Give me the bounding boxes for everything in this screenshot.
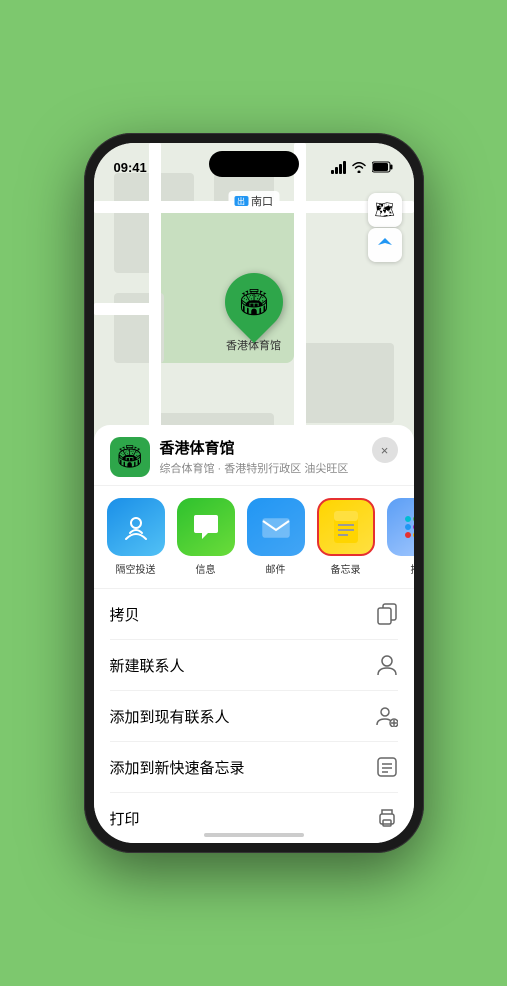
notes-icon: [328, 509, 364, 545]
venue-icon: 🏟: [110, 437, 150, 477]
share-item-messages[interactable]: 信息: [174, 498, 238, 576]
status-time: 09:41: [114, 160, 147, 175]
bottom-sheet: 🏟 香港体育馆 综合体育馆 · 香港特别行政区 油尖旺区 ×: [94, 425, 414, 843]
mail-icon: [260, 511, 292, 543]
print-icon: [376, 807, 398, 829]
dynamic-island: [209, 151, 299, 177]
battery-icon: [372, 161, 394, 173]
messages-icon: [190, 511, 222, 543]
map-type-button[interactable]: 🗺: [368, 193, 402, 227]
share-row: 隔空投送 信息: [94, 486, 414, 589]
airdrop-label: 隔空投送: [116, 561, 156, 576]
action-add-existing-contact[interactable]: 添加到现有联系人: [110, 691, 398, 742]
action-quick-note-label: 添加到新快速备忘录: [110, 757, 245, 778]
action-add-quick-note[interactable]: 添加到新快速备忘录: [110, 742, 398, 793]
wifi-icon: [351, 161, 367, 173]
action-copy-label: 拷贝: [110, 604, 140, 625]
stadium-icon: 🏟: [237, 287, 270, 318]
messages-label: 信息: [196, 561, 216, 576]
signal-bars-icon: [331, 161, 346, 174]
more-label: 推: [411, 561, 414, 576]
add-contact-icon: [376, 705, 398, 727]
venue-subtitle: 综合体育馆 · 香港特别行政区 油尖旺区: [160, 460, 349, 476]
action-add-existing-label: 添加到现有联系人: [110, 706, 230, 727]
airdrop-icon-wrap: [107, 498, 165, 556]
more-dots-icon: [400, 511, 414, 543]
action-new-contact[interactable]: 新建联系人: [110, 640, 398, 691]
map-type-icon: 🗺: [374, 200, 394, 220]
venue-header: 🏟 香港体育馆 综合体育馆 · 香港特别行政区 油尖旺区 ×: [94, 425, 414, 486]
map-location-text: 南口: [251, 193, 273, 209]
phone-screen: 09:41: [94, 143, 414, 843]
venue-info: 🏟 香港体育馆 综合体育馆 · 香港特别行政区 油尖旺区: [110, 437, 349, 477]
share-item-mail[interactable]: 邮件: [244, 498, 308, 576]
quick-note-icon: [376, 756, 398, 778]
mail-icon-wrap: [247, 498, 305, 556]
messages-icon-wrap: [177, 498, 235, 556]
phone-frame: 09:41: [84, 133, 424, 853]
location-button[interactable]: [368, 228, 402, 262]
notes-icon-wrap: [317, 498, 375, 556]
airdrop-icon: [120, 511, 152, 543]
action-print-label: 打印: [110, 808, 140, 829]
share-item-notes[interactable]: 备忘录: [314, 498, 378, 576]
close-icon: ×: [381, 443, 389, 458]
action-list: 拷贝 新建联系人 添加到现有联系人: [94, 589, 414, 843]
map-controls: 🗺: [368, 193, 402, 262]
location-arrow-icon: [377, 237, 393, 253]
map-location-label: 出 南口: [228, 191, 279, 211]
share-item-more[interactable]: 推: [384, 498, 414, 576]
venue-name: 香港体育馆: [160, 437, 349, 458]
home-indicator: [204, 833, 304, 837]
venue-text: 香港体育馆 综合体育馆 · 香港特别行政区 油尖旺区: [160, 437, 349, 476]
mail-label: 邮件: [266, 561, 286, 576]
new-contact-icon: [376, 654, 398, 676]
action-copy[interactable]: 拷贝: [110, 589, 398, 640]
map-pin[interactable]: 🏟 香港体育馆: [225, 273, 283, 353]
status-icons: [331, 161, 394, 174]
notes-label: 备忘录: [331, 561, 361, 576]
copy-icon: [376, 603, 398, 625]
map-pin-bubble: 🏟: [212, 261, 294, 343]
share-item-airdrop[interactable]: 隔空投送: [104, 498, 168, 576]
more-icon-wrap: [387, 498, 414, 556]
action-new-contact-label: 新建联系人: [110, 655, 185, 676]
map-location-dot-icon: 出: [234, 196, 248, 206]
close-button[interactable]: ×: [372, 437, 398, 463]
